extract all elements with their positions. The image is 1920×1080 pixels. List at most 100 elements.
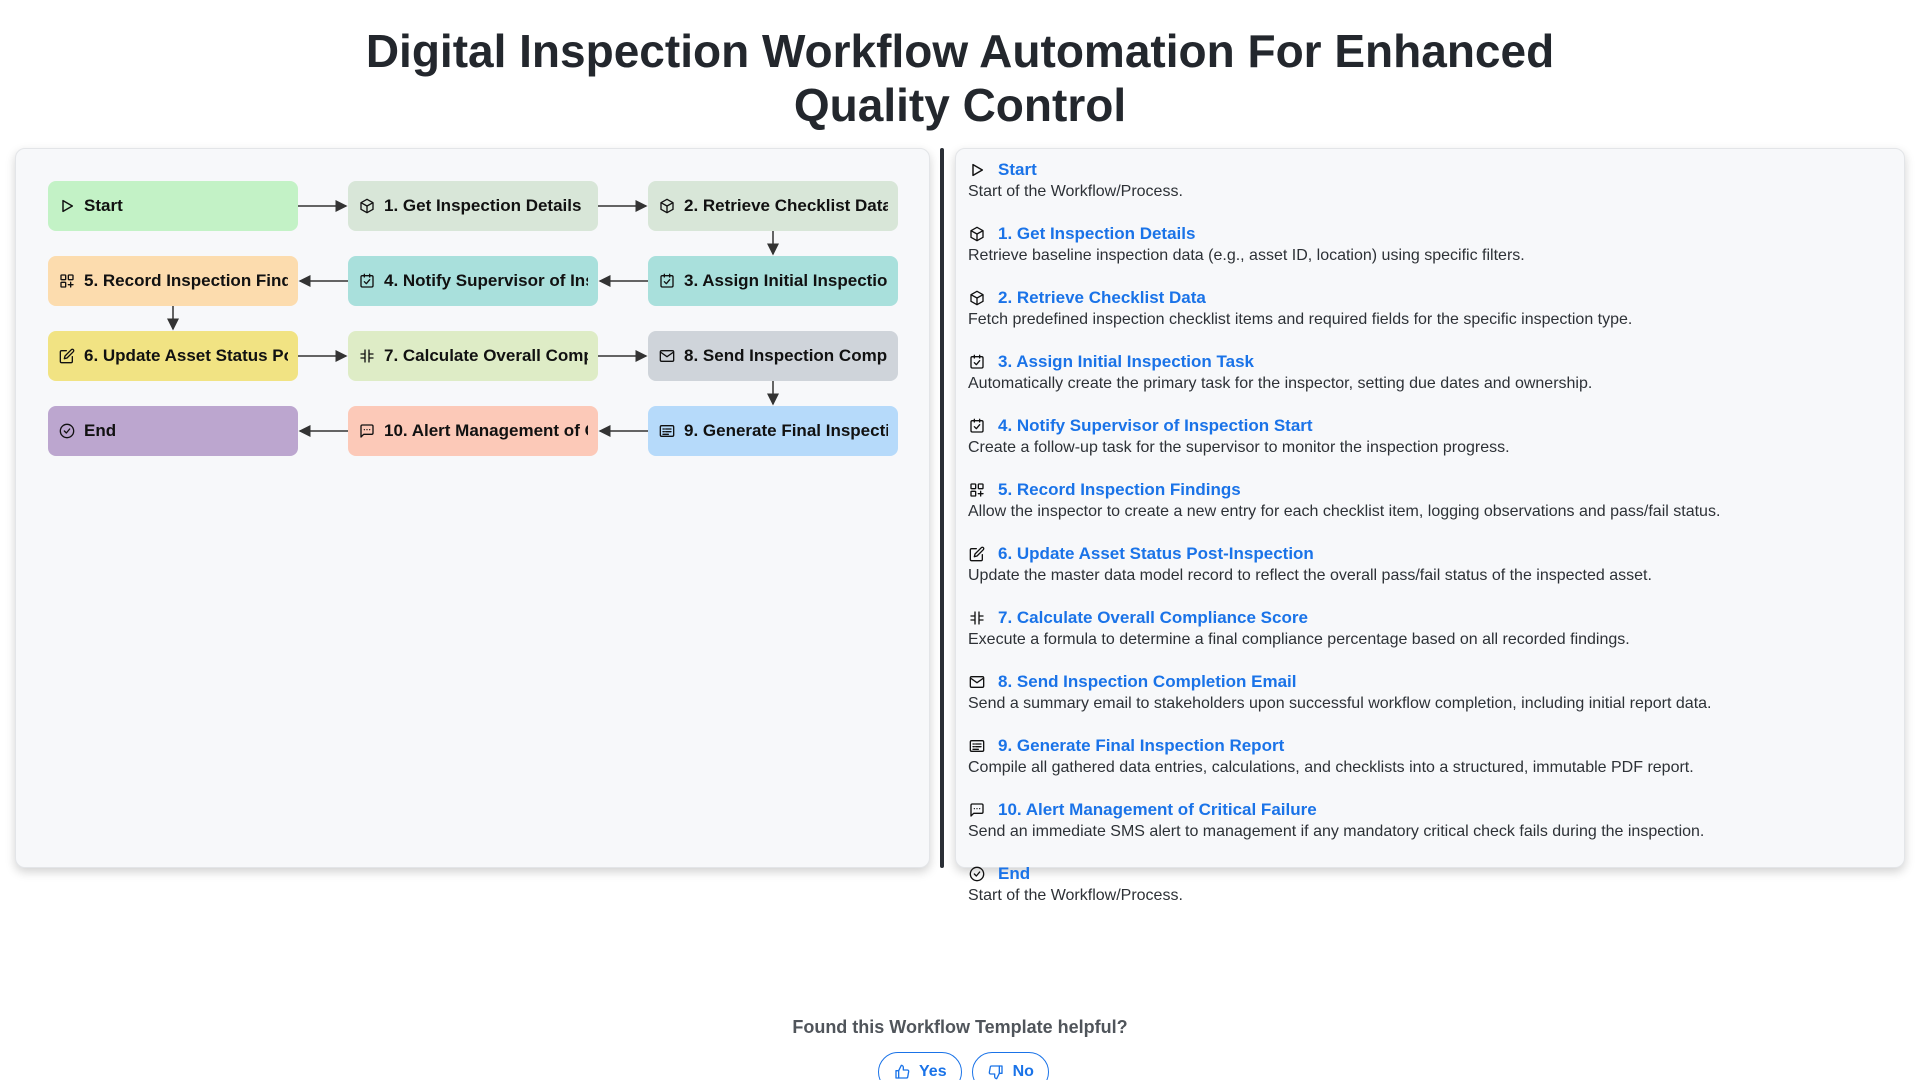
checkbox-icon <box>968 353 986 371</box>
step-detail-item: 2. Retrieve Checklist Data Fetch predefin… <box>968 287 1888 329</box>
step-detail-title[interactable]: 1. Get Inspection Details <box>998 224 1195 244</box>
flow-node-label: 7. Calculate Overall Compli <box>384 346 588 365</box>
flow-node-label: 3. Assign Initial Inspection <box>684 271 888 290</box>
checkbox-icon <box>658 272 676 290</box>
flow-node[interactable]: 5. Record Inspection Findir <box>48 256 298 306</box>
thumbs-up-icon <box>893 1063 911 1080</box>
step-detail-description: Start of the Workflow/Process. <box>968 183 1183 200</box>
step-details-panel: Start Start of the Workflow/Process. 1. Ge… <box>955 148 1905 904</box>
step-detail-item: 5. Record Inspection Findings Allow the i… <box>968 479 1888 521</box>
flow-node-label: 10. Alert Management of Cr <box>384 421 588 440</box>
step-detail-title[interactable]: 3. Assign Initial Inspection Task <box>998 352 1254 372</box>
cube-icon <box>358 197 376 215</box>
check-circle-icon <box>58 422 76 440</box>
flow-node-label: Start <box>84 196 123 215</box>
step-detail-item: 9. Generate Final Inspection Report Compi… <box>968 735 1888 777</box>
flow-node-label: End <box>84 421 117 440</box>
flow-node[interactable]: 7. Calculate Overall Compli <box>348 331 598 381</box>
step-detail-description: Execute a formula to determine a final c… <box>968 631 1630 648</box>
edit-icon <box>968 545 986 563</box>
step-detail-title[interactable]: 9. Generate Final Inspection Report <box>998 736 1284 756</box>
formula-icon <box>968 609 986 627</box>
feedback-section: Found this Workflow Template helpful? Ye… <box>0 1017 1920 1080</box>
step-detail-description: Automatically create the primary task fo… <box>968 375 1593 392</box>
grid-plus-icon <box>968 481 986 499</box>
flow-node-label: 2. Retrieve Checklist Data <box>684 196 888 215</box>
flow-node[interactable]: End <box>48 406 298 456</box>
step-detail-description: Send an immediate SMS alert to managemen… <box>968 823 1705 840</box>
workflow-diagram: Start 1. Get Inspection Details 2. Retriev… <box>16 149 931 869</box>
step-details-list: Start Start of the Workflow/Process. 1. Ge… <box>968 159 1888 927</box>
flow-node-label: 4. Notify Supervisor of Insp <box>384 271 588 290</box>
checkbox-icon <box>358 272 376 290</box>
feedback-yes-button[interactable]: Yes <box>878 1052 962 1080</box>
step-detail-title[interactable]: 5. Record Inspection Findings <box>998 480 1241 500</box>
step-detail-item: 7. Calculate Overall Compliance Score Exe… <box>968 607 1888 649</box>
cube-icon <box>658 197 676 215</box>
grid-plus-icon <box>58 272 76 290</box>
edit-icon <box>58 347 76 365</box>
step-detail-description: Start of the Workflow/Process. <box>968 887 1183 904</box>
step-detail-title[interactable]: 2. Retrieve Checklist Data <box>998 288 1206 308</box>
page-title: Digital Inspection Workflow Automation F… <box>0 24 1920 132</box>
cube-icon <box>968 289 986 307</box>
flow-node[interactable]: Start <box>48 181 298 231</box>
step-detail-description: Create a follow-up task for the supervis… <box>968 439 1510 456</box>
step-detail-description: Send a summary email to stakeholders upo… <box>968 695 1712 712</box>
flow-node[interactable]: 2. Retrieve Checklist Data <box>648 181 898 231</box>
step-detail-title[interactable]: End <box>998 864 1030 884</box>
flow-node[interactable]: 9. Generate Final Inspectio <box>648 406 898 456</box>
flow-node[interactable]: 3. Assign Initial Inspection <box>648 256 898 306</box>
cube-icon <box>968 225 986 243</box>
step-detail-title[interactable]: 7. Calculate Overall Compliance Score <box>998 608 1308 628</box>
page-title-line-1: Digital Inspection Workflow Automation F… <box>365 25 1555 77</box>
feedback-no-label: No <box>1012 1063 1034 1080</box>
flow-node[interactable]: 10. Alert Management of Cr <box>348 406 598 456</box>
flow-node[interactable]: 6. Update Asset Status Pos <box>48 331 298 381</box>
mail-icon <box>968 673 986 691</box>
flow-node-label: 9. Generate Final Inspectio <box>684 421 888 440</box>
step-detail-item: 8. Send Inspection Completion Email Send … <box>968 671 1888 713</box>
message-icon <box>358 422 376 440</box>
panel-resize-handle[interactable] <box>940 148 944 868</box>
step-detail-title[interactable]: 8. Send Inspection Completion Email <box>998 672 1297 692</box>
step-detail-item: End Start of the Workflow/Process. <box>968 863 1888 905</box>
step-detail-title[interactable]: 10. Alert Management of Critical Failure <box>998 800 1317 820</box>
step-detail-description: Allow the inspector to create a new entr… <box>968 503 1721 520</box>
step-detail-description: Update the master data model record to r… <box>968 567 1652 584</box>
check-circle-icon <box>968 865 986 883</box>
formula-icon <box>358 347 376 365</box>
flow-node-label: 1. Get Inspection Details <box>384 196 582 215</box>
step-detail-item: 6. Update Asset Status Post-Inspection Up… <box>968 543 1888 585</box>
flow-node-label: 8. Send Inspection Comple <box>684 346 888 365</box>
step-detail-description: Retrieve baseline inspection data (e.g.,… <box>968 247 1525 264</box>
flow-node-label: 5. Record Inspection Findir <box>84 271 288 290</box>
step-detail-item: 3. Assign Initial Inspection Task Automat… <box>968 351 1888 393</box>
step-detail-item: 10. Alert Management of Critical Failure… <box>968 799 1888 841</box>
report-icon <box>658 422 676 440</box>
feedback-yes-label: Yes <box>919 1063 947 1080</box>
feedback-question: Found this Workflow Template helpful? <box>792 1017 1128 1037</box>
message-icon <box>968 801 986 819</box>
workflow-diagram-panel: Start 1. Get Inspection Details 2. Retriev… <box>15 148 930 868</box>
report-icon <box>968 737 986 755</box>
flow-node[interactable]: 4. Notify Supervisor of Insp <box>348 256 598 306</box>
thumbs-down-icon <box>987 1063 1005 1080</box>
step-detail-description: Fetch predefined inspection checklist it… <box>968 311 1633 328</box>
step-detail-item: 1. Get Inspection Details Retrieve baseli… <box>968 223 1888 265</box>
page-title-line-2: Quality Control <box>793 79 1127 131</box>
step-detail-item: Start Start of the Workflow/Process. <box>968 159 1888 201</box>
mail-icon <box>658 347 676 365</box>
play-icon <box>968 161 986 179</box>
feedback-no-button[interactable]: No <box>971 1052 1049 1080</box>
step-detail-description: Compile all gathered data entries, calcu… <box>968 759 1694 776</box>
step-detail-title[interactable]: Start <box>998 160 1037 180</box>
flow-node[interactable]: 8. Send Inspection Comple <box>648 331 898 381</box>
play-icon <box>58 197 76 215</box>
step-detail-item: 4. Notify Supervisor of Inspection Start… <box>968 415 1888 457</box>
flow-node[interactable]: 1. Get Inspection Details <box>348 181 598 231</box>
checkbox-icon <box>968 417 986 435</box>
step-detail-title[interactable]: 4. Notify Supervisor of Inspection Start <box>998 416 1313 436</box>
step-detail-title[interactable]: 6. Update Asset Status Post-Inspection <box>998 544 1314 564</box>
flow-node-label: 6. Update Asset Status Pos <box>84 346 288 365</box>
